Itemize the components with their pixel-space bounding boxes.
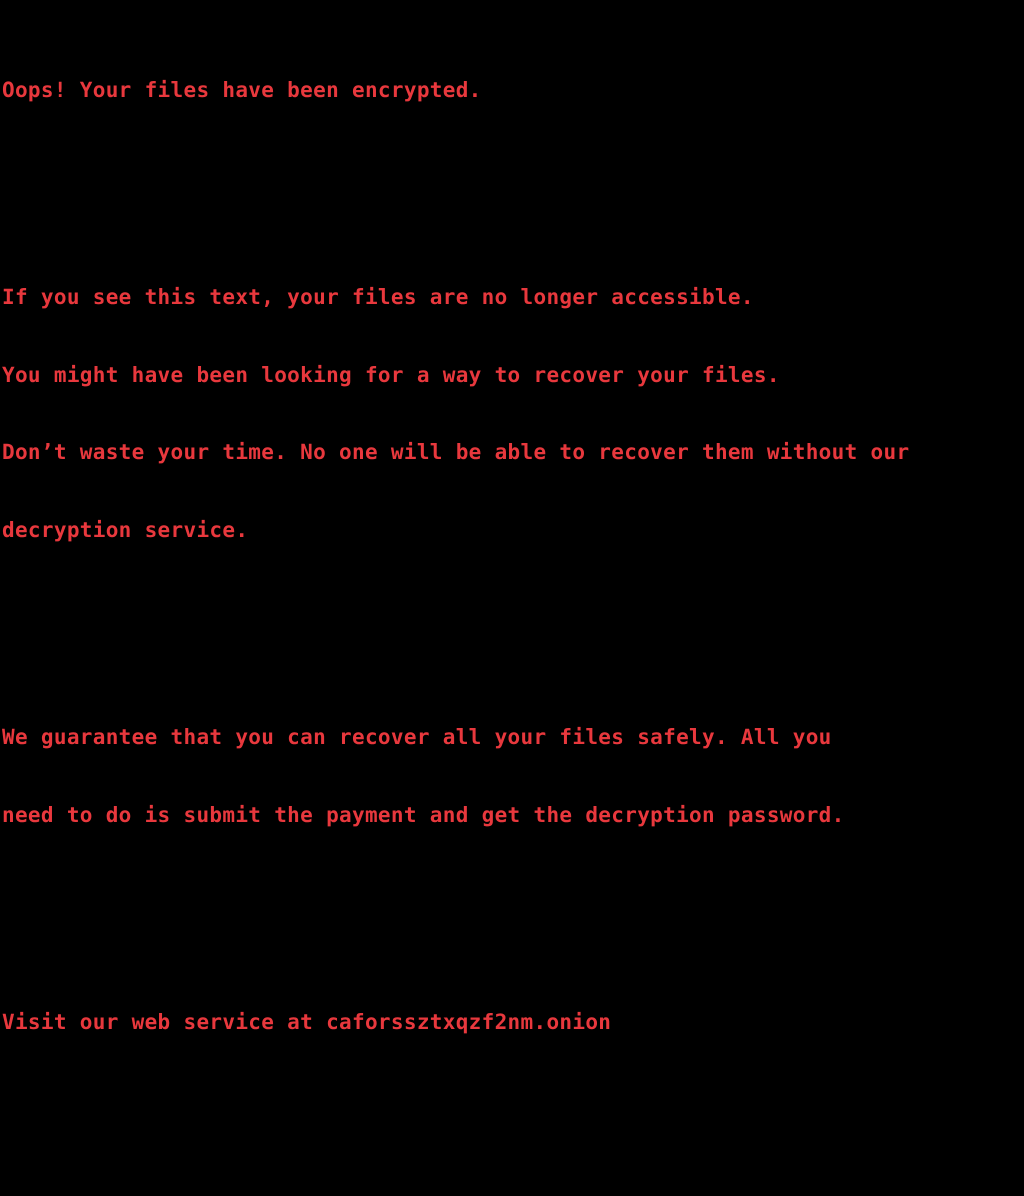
web-service-line: Visit our web service at caforssztxqzf2n… — [2, 1010, 612, 1035]
guarantee-line-2: need to do is submit the payment and get… — [2, 802, 845, 827]
intro-line-2: You might have been looking for a way to… — [2, 362, 780, 387]
intro-line-1: If you see this text, your files are no … — [2, 284, 754, 309]
console-text-area: Oops! Your files have been encrypted. If… — [2, 0, 1024, 1196]
guarantee-line-1: We guarantee that you can recover all yo… — [2, 725, 832, 750]
intro-line-3: Don’t waste your time. No one will be ab… — [2, 440, 910, 465]
ransom-note-screen: Oops! Your files have been encrypted. If… — [0, 0, 1024, 1034]
headline-text: Oops! Your files have been encrypted. — [2, 77, 482, 102]
intro-line-4: decryption service. — [2, 518, 249, 543]
